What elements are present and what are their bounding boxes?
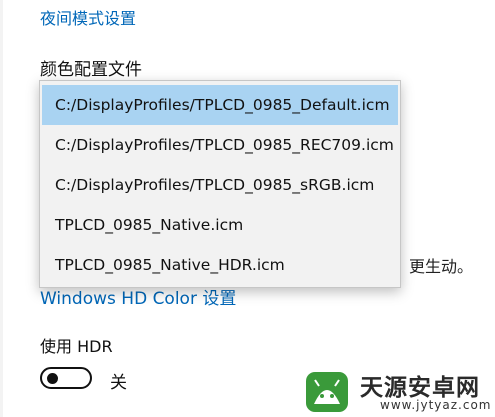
use-hdr-label: 使用 HDR <box>40 337 113 356</box>
watermark-url: www.jytyaz.com <box>380 398 492 412</box>
hdr-toggle-switch[interactable] <box>40 367 92 389</box>
watermark-title: 天源安卓网 <box>360 375 480 401</box>
color-profile-label: 颜色配置文件 <box>40 60 142 80</box>
description-text-partial: 、更生动。 <box>393 257 474 276</box>
dropdown-option-rec709[interactable]: C:/DisplayProfiles/TPLCD_0985_REC709.icm <box>40 125 400 165</box>
night-mode-settings-link[interactable]: 夜间模式设置 <box>40 5 136 29</box>
dropdown-option-default[interactable]: C:/DisplayProfiles/TPLCD_0985_Default.ic… <box>42 85 398 125</box>
hdr-toggle-state-label: 关 <box>110 373 127 393</box>
window-left-edge <box>0 0 3 417</box>
site-watermark: 天源安卓网 www.jytyaz.com <box>300 368 495 417</box>
color-profile-dropdown-list[interactable]: C:/DisplayProfiles/TPLCD_0985_Default.ic… <box>39 80 401 288</box>
dropdown-option-native[interactable]: TPLCD_0985_Native.icm <box>40 205 400 245</box>
android-logo-icon <box>306 372 348 412</box>
dropdown-option-native-hdr[interactable]: TPLCD_0985_Native_HDR.icm <box>40 245 400 285</box>
toggle-knob <box>47 373 58 384</box>
dropdown-option-srgb[interactable]: C:/DisplayProfiles/TPLCD_0985_sRGB.icm <box>40 165 400 205</box>
